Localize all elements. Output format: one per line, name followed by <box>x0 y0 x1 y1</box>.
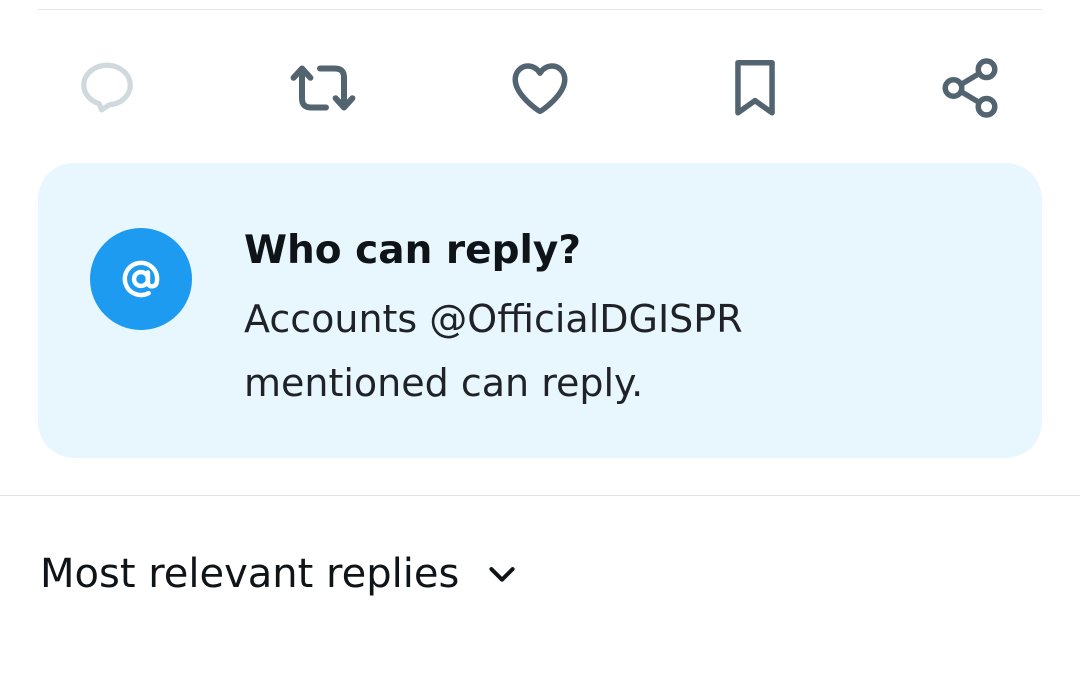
bookmark-icon <box>735 59 775 115</box>
section-divider <box>0 495 1080 496</box>
reply-sort-dropdown[interactable]: Most relevant replies <box>40 544 519 604</box>
share-icon <box>942 57 998 118</box>
tweet-action-bar <box>0 50 1080 125</box>
bookmark-button[interactable] <box>715 50 795 125</box>
who-can-reply-card: Who can reply? Accounts @OfficialDGISPR … <box>38 163 1042 458</box>
who-can-reply-title: Who can reply? <box>244 228 581 273</box>
repost-icon <box>290 65 356 110</box>
at-sign-badge <box>90 228 192 330</box>
like-button[interactable] <box>500 50 580 125</box>
repost-button[interactable] <box>283 50 363 125</box>
like-icon <box>512 62 568 114</box>
reply-sort-label: Most relevant replies <box>40 551 460 597</box>
reply-button[interactable] <box>67 50 147 125</box>
share-button[interactable] <box>930 50 1010 125</box>
reply-icon <box>81 62 133 113</box>
at-sign-icon <box>122 260 160 298</box>
top-divider <box>38 9 1042 10</box>
who-can-reply-description: Accounts @OfficialDGISPR mentioned can r… <box>244 297 743 405</box>
chevron-down-icon <box>485 557 519 591</box>
